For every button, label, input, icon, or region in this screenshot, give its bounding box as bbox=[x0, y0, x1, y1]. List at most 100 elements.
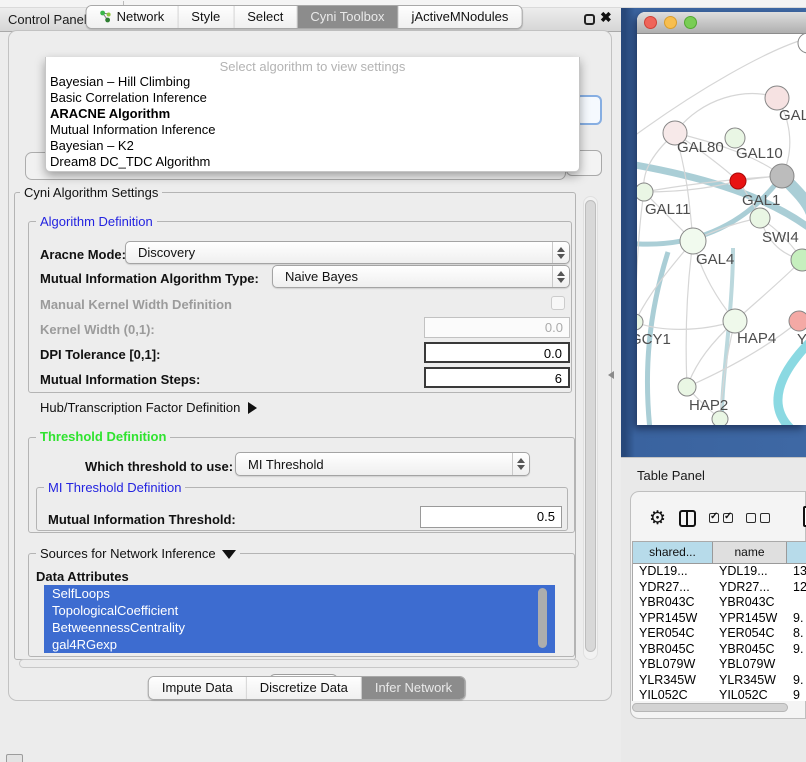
algorithm-option[interactable]: ARACNE Algorithm bbox=[46, 106, 579, 122]
aracne-mode-value: Discovery bbox=[126, 245, 552, 260]
table-row[interactable]: YBR043CYBR043C bbox=[633, 595, 806, 611]
network-window-titlebar[interactable] bbox=[637, 12, 806, 34]
table-cell: 9 bbox=[787, 688, 806, 701]
sources-group-toggle[interactable]: Sources for Network Inference bbox=[36, 547, 240, 560]
tab-discretize-data[interactable]: Discretize Data bbox=[247, 677, 362, 699]
tab-style[interactable]: Style bbox=[178, 6, 234, 28]
dpi-tolerance-input[interactable]: 0.0 bbox=[424, 342, 570, 363]
attribute-list-item[interactable]: SelfLoops bbox=[44, 585, 555, 602]
network-canvas[interactable]: GALGAL80GAL10GAL1GAL11SWI4GAL4GCY1HAP4YH… bbox=[637, 34, 806, 425]
table-row[interactable]: YLR345WYLR345W9. bbox=[633, 673, 806, 689]
algorithm-definition-title: Algorithm Definition bbox=[36, 215, 157, 228]
close-traffic-light-icon[interactable] bbox=[644, 16, 657, 29]
node-table[interactable]: shared...nameA YDL19...YDL19...13YDR27..… bbox=[632, 541, 806, 701]
network-edge[interactable] bbox=[735, 260, 802, 321]
kernel-width-input[interactable]: 0.0 bbox=[424, 317, 570, 338]
table-row[interactable]: YER054CYER054C8. bbox=[633, 626, 806, 642]
table-panel-title: Table Panel bbox=[637, 468, 705, 483]
algorithm-option[interactable]: Basic Correlation Inference bbox=[46, 90, 579, 106]
aracne-mode-select[interactable]: Discovery bbox=[125, 241, 570, 264]
mi-steps-input[interactable]: 6 bbox=[424, 367, 570, 388]
table-header-row: shared...nameA bbox=[633, 542, 806, 564]
dropdown-placeholder: Select algorithm to view settings bbox=[46, 59, 579, 74]
tab-label: Style bbox=[191, 9, 220, 24]
which-threshold-select[interactable]: MI Threshold bbox=[235, 452, 530, 476]
table-row[interactable]: YDR27...YDR27...12 bbox=[633, 580, 806, 596]
network-edge[interactable] bbox=[675, 93, 777, 133]
minimize-traffic-light-icon[interactable] bbox=[664, 16, 677, 29]
column-header[interactable]: A bbox=[787, 542, 806, 564]
columns-icon[interactable] bbox=[679, 510, 696, 527]
dpi-tolerance-label: DPI Tolerance [0,1]: bbox=[40, 347, 160, 362]
tab-label: Discretize Data bbox=[260, 680, 348, 695]
table-horizontal-scrollbar[interactable] bbox=[632, 703, 788, 712]
network-node-hap2[interactable] bbox=[678, 378, 696, 396]
node-label: GAL11 bbox=[645, 201, 691, 218]
manual-kernel-checkbox[interactable] bbox=[551, 296, 565, 310]
settings-horizontal-scrollbar[interactable] bbox=[19, 659, 579, 669]
table-cell: YER054C bbox=[633, 626, 713, 642]
table-cell bbox=[787, 595, 806, 611]
tab-jactivemnodules[interactable]: jActiveMNodules bbox=[399, 6, 522, 28]
algorithm-option[interactable]: Mutual Information Inference bbox=[46, 122, 579, 138]
table-cell: YER054C bbox=[713, 626, 787, 642]
unchecked-pair-icon[interactable] bbox=[746, 513, 770, 523]
table-row[interactable]: YDL19...YDL19...13 bbox=[633, 564, 806, 580]
network-node[interactable] bbox=[770, 164, 794, 188]
mi-threshold-input[interactable]: 0.5 bbox=[420, 506, 562, 528]
column-header[interactable]: name bbox=[713, 542, 787, 564]
float-window-icon[interactable] bbox=[584, 14, 595, 25]
mi-type-label: Mutual Information Algorithm Type: bbox=[40, 271, 259, 286]
network-node[interactable] bbox=[712, 411, 728, 425]
gear-icon[interactable]: ⚙ bbox=[649, 509, 666, 528]
table-cell: 9. bbox=[787, 611, 806, 627]
network-edge[interactable] bbox=[637, 241, 693, 322]
network-edge[interactable] bbox=[686, 241, 693, 387]
network-edge[interactable] bbox=[637, 192, 644, 322]
hub-definition-toggle[interactable]: Hub/Transcription Factor Definition bbox=[40, 400, 257, 415]
algorithm-option[interactable]: Dream8 DC_TDC Algorithm bbox=[46, 154, 579, 170]
tab-infer-network[interactable]: Infer Network bbox=[362, 677, 465, 699]
network-edge[interactable] bbox=[778, 340, 806, 425]
network-view-window[interactable]: GALGAL80GAL10GAL1GAL11SWI4GAL4GCY1HAP4YH… bbox=[637, 12, 806, 425]
list-vertical-scrollbar[interactable] bbox=[538, 588, 547, 650]
kernel-width-label: Kernel Width (0,1): bbox=[40, 322, 155, 337]
network-node-gal11[interactable] bbox=[637, 183, 653, 201]
close-icon[interactable]: ✖ bbox=[600, 9, 612, 26]
attribute-list-item[interactable]: BetweennessCentrality bbox=[44, 619, 555, 636]
bottom-left-panel-icon[interactable] bbox=[6, 754, 23, 762]
data-attributes-list[interactable]: SelfLoopsTopologicalCoefficientBetweenne… bbox=[44, 585, 555, 653]
checked-pair-icon[interactable] bbox=[709, 513, 733, 523]
table-row[interactable]: YBR045CYBR045C9. bbox=[633, 642, 806, 658]
column-header[interactable]: shared... bbox=[633, 542, 713, 564]
settings-group-title: Cyni Algorithm Settings bbox=[20, 186, 162, 199]
network-node[interactable] bbox=[798, 34, 806, 53]
tab-impute-data[interactable]: Impute Data bbox=[149, 677, 247, 699]
network-node-gal1[interactable] bbox=[730, 173, 746, 189]
tab-select[interactable]: Select bbox=[234, 6, 297, 28]
tab-label: Cyni Toolbox bbox=[310, 9, 384, 24]
mi-threshold-label: Mutual Information Threshold: bbox=[48, 512, 236, 527]
table-row[interactable]: YBL079WYBL079W bbox=[633, 657, 806, 673]
control-panel-tabbar: Network Style Select Cyni Toolbox jActiveMNo… bbox=[86, 5, 523, 29]
algorithm-option[interactable]: Bayesian – K2 bbox=[46, 138, 579, 154]
settings-vertical-scrollbar[interactable] bbox=[583, 196, 598, 660]
network-node-gcy1[interactable] bbox=[637, 314, 643, 330]
tab-label: Infer Network bbox=[375, 680, 452, 695]
table-cell: YBL079W bbox=[633, 657, 713, 673]
node-label: GAL1 bbox=[742, 192, 780, 209]
tab-network[interactable]: Network bbox=[87, 6, 179, 28]
attribute-list-item[interactable]: gal4RGexp bbox=[44, 636, 555, 653]
network-node-y[interactable] bbox=[789, 311, 806, 331]
zoom-traffic-light-icon[interactable] bbox=[684, 16, 697, 29]
mi-type-select[interactable]: Naive Bayes bbox=[272, 265, 570, 288]
table-row[interactable]: YIL052CYIL052C9 bbox=[633, 688, 806, 701]
table-row[interactable]: YPR145WYPR145W9. bbox=[633, 611, 806, 627]
attribute-list-item[interactable]: TopologicalCoefficient bbox=[44, 602, 555, 619]
splitter-collapse-icon[interactable] bbox=[608, 371, 614, 379]
tab-cyni-toolbox[interactable]: Cyni Toolbox bbox=[297, 6, 398, 28]
network-node-swi4[interactable] bbox=[750, 208, 770, 228]
algorithm-option[interactable]: Bayesian – Hill Climbing bbox=[46, 74, 579, 90]
mi-type-value: Naive Bayes bbox=[273, 269, 552, 284]
tab-label: jActiveMNodules bbox=[412, 9, 509, 24]
